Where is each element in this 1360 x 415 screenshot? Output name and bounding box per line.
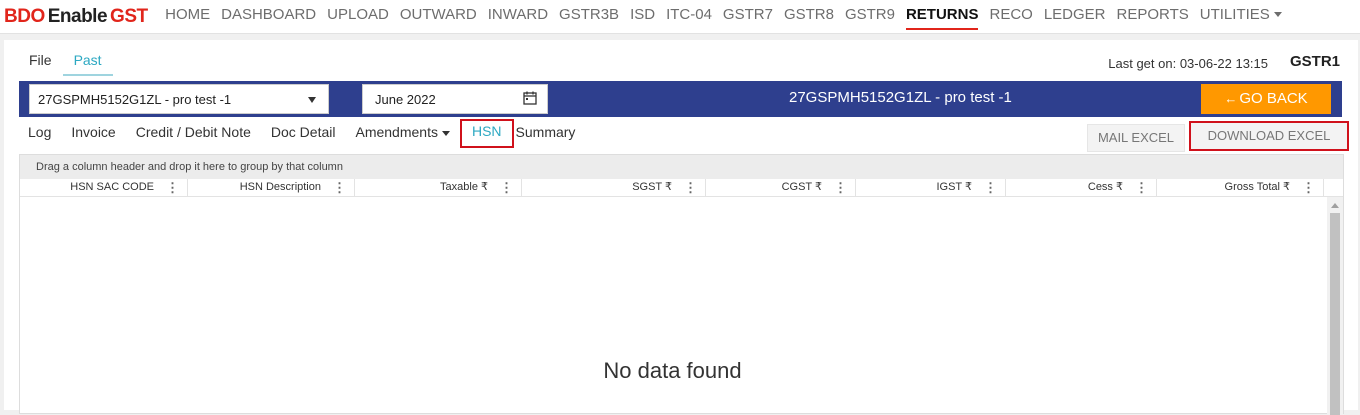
column-label: HSN Description xyxy=(239,181,321,193)
calendar-icon[interactable] xyxy=(523,91,537,105)
nav-label: GSTR8 xyxy=(783,5,834,23)
tab-hsn[interactable]: HSN xyxy=(459,119,514,148)
gstin-title: 27GSPMH5152G1ZL - pro test -1 xyxy=(789,89,1012,106)
tab-log[interactable]: Log xyxy=(18,121,61,148)
column-label: Gross Total ₹ xyxy=(1224,181,1290,193)
top-navbar: BDO Enable GST HOME DASHBOARD UPLOAD OUT… xyxy=(0,0,1360,34)
last-get-timestamp: Last get on: 03-06-22 13:15 xyxy=(1108,56,1268,71)
nav-item-utilities[interactable]: UTILITIES xyxy=(1194,0,1287,34)
empty-state-message: No data found xyxy=(603,358,742,383)
nav-label: INWARD xyxy=(487,5,549,23)
grid-header: HSN SAC CODE ⋮ HSN Description ⋮ Taxable ₹… xyxy=(20,179,1343,197)
nav-item-ledger[interactable]: LEDGER xyxy=(1038,0,1111,34)
column-header-gross-total[interactable]: Gross Total ₹ ⋮ xyxy=(1157,179,1324,197)
column-header-taxable[interactable]: Taxable ₹ ⋮ xyxy=(355,179,522,197)
nav-item-outward[interactable]: OUTWARD xyxy=(394,0,482,34)
nav-item-reports[interactable]: REPORTS xyxy=(1111,0,1194,34)
returns-panel: File Past Last get on: 03-06-22 13:15 GS… xyxy=(4,40,1358,415)
tab-file[interactable]: File xyxy=(18,48,63,76)
column-menu-icon[interactable]: ⋮ xyxy=(500,179,513,196)
main-nav: HOME DASHBOARD UPLOAD OUTWARD INWARD GST… xyxy=(160,0,1288,34)
nav-label: GSTR7 xyxy=(722,5,773,23)
nav-label: RECO xyxy=(989,5,1033,23)
vertical-scrollbar[interactable] xyxy=(1327,197,1343,415)
filter-bar: 27GSPMH5152G1ZL - pro test -1 June 2022 … xyxy=(19,81,1342,117)
column-menu-icon[interactable]: ⋮ xyxy=(684,179,697,196)
chevron-down-icon xyxy=(1273,12,1282,18)
column-menu-icon[interactable]: ⋮ xyxy=(984,179,997,196)
nav-label: DASHBOARD xyxy=(221,5,317,23)
logo-gst: GST xyxy=(110,5,148,27)
nav-item-inward[interactable]: INWARD xyxy=(482,0,553,34)
go-back-button[interactable]: ← GO BACK xyxy=(1201,84,1331,114)
nav-item-gstr3b[interactable]: GSTR3B xyxy=(554,0,625,34)
tab-amendments[interactable]: Amendments xyxy=(345,121,459,148)
download-excel-button[interactable]: DOWNLOAD EXCEL xyxy=(1189,121,1349,151)
period-value: June 2022 xyxy=(375,92,436,107)
column-menu-icon[interactable]: ⋮ xyxy=(166,179,179,196)
gstin-select-value: 27GSPMH5152G1ZL - pro test -1 xyxy=(38,92,232,107)
nav-label: OUTWARD xyxy=(399,5,477,23)
hsn-grid: Drag a column header and drop it here to… xyxy=(19,154,1344,415)
nav-item-itc04[interactable]: ITC-04 xyxy=(661,0,718,34)
tab-doc-detail[interactable]: Doc Detail xyxy=(261,121,346,148)
column-menu-icon[interactable]: ⋮ xyxy=(1302,179,1315,196)
return-type-label: GSTR1 xyxy=(1289,53,1340,70)
nav-label: HOME xyxy=(165,5,211,23)
nav-label: GSTR3B xyxy=(559,5,620,23)
nav-label: ISD xyxy=(630,5,656,23)
logo-bdo: BDO xyxy=(4,5,45,27)
nav-label: UPLOAD xyxy=(327,5,389,23)
tab-credit-debit-note[interactable]: Credit / Debit Note xyxy=(126,121,261,148)
chevron-down-icon xyxy=(441,130,450,136)
column-label: CGST ₹ xyxy=(781,181,822,193)
nav-label: GSTR9 xyxy=(844,5,895,23)
column-label: SGST ₹ xyxy=(632,181,672,193)
nav-label: ITC-04 xyxy=(666,5,712,23)
nav-item-gstr9[interactable]: GSTR9 xyxy=(839,0,900,34)
scroll-up-icon[interactable] xyxy=(1331,203,1339,208)
column-menu-icon[interactable]: ⋮ xyxy=(1135,179,1148,196)
nav-item-gstr8[interactable]: GSTR8 xyxy=(778,0,839,34)
column-label: HSN SAC CODE xyxy=(70,181,154,193)
nav-item-reco[interactable]: RECO xyxy=(984,0,1038,34)
nav-label: REPORTS xyxy=(1116,5,1189,23)
caret-down-icon xyxy=(308,97,316,103)
gstin-select[interactable]: 27GSPMH5152G1ZL - pro test -1 xyxy=(29,84,329,114)
scrollbar-thumb[interactable] xyxy=(1330,213,1340,415)
arrow-left-icon: ← xyxy=(1224,91,1238,106)
column-menu-icon[interactable]: ⋮ xyxy=(834,179,847,196)
column-header-igst[interactable]: IGST ₹ ⋮ xyxy=(856,179,1006,197)
period-input[interactable]: June 2022 xyxy=(362,84,548,114)
app-logo[interactable]: BDO Enable GST xyxy=(0,6,148,28)
nav-label: UTILITIES xyxy=(1199,5,1270,23)
column-menu-icon[interactable]: ⋮ xyxy=(333,179,346,196)
column-header-cess[interactable]: Cess ₹ ⋮ xyxy=(1006,179,1157,197)
nav-item-returns[interactable]: RETURNS xyxy=(900,0,984,34)
nav-label: LEDGER xyxy=(1043,5,1106,23)
tab-summary[interactable]: Summary xyxy=(514,121,586,148)
tab-past[interactable]: Past xyxy=(62,48,113,76)
group-panel[interactable]: Drag a column header and drop it here to… xyxy=(20,155,1343,179)
section-tabs: Log Invoice Credit / Debit Note Doc Deta… xyxy=(18,119,586,148)
go-back-label: GO BACK xyxy=(1239,90,1308,107)
tab-amendments-label: Amendments xyxy=(355,124,438,140)
nav-item-isd[interactable]: ISD xyxy=(625,0,661,34)
column-header-hsn-sac-code[interactable]: HSN SAC CODE ⋮ xyxy=(20,179,188,197)
nav-item-gstr7[interactable]: GSTR7 xyxy=(717,0,778,34)
logo-enable: Enable xyxy=(47,5,108,27)
tab-invoice[interactable]: Invoice xyxy=(61,121,125,148)
column-label: Taxable ₹ xyxy=(440,181,488,193)
nav-label: RETURNS xyxy=(905,5,979,23)
column-label: IGST ₹ xyxy=(936,181,972,193)
nav-item-dashboard[interactable]: DASHBOARD xyxy=(216,0,322,34)
return-subtabs: File Past xyxy=(18,48,113,76)
column-header-sgst[interactable]: SGST ₹ ⋮ xyxy=(522,179,706,197)
nav-item-upload[interactable]: UPLOAD xyxy=(322,0,395,34)
mail-excel-button[interactable]: MAIL EXCEL xyxy=(1087,124,1185,152)
nav-item-home[interactable]: HOME xyxy=(160,0,216,34)
column-label: Cess ₹ xyxy=(1087,181,1123,193)
column-header-cgst[interactable]: CGST ₹ ⋮ xyxy=(706,179,856,197)
column-header-hsn-description[interactable]: HSN Description ⋮ xyxy=(188,179,355,197)
